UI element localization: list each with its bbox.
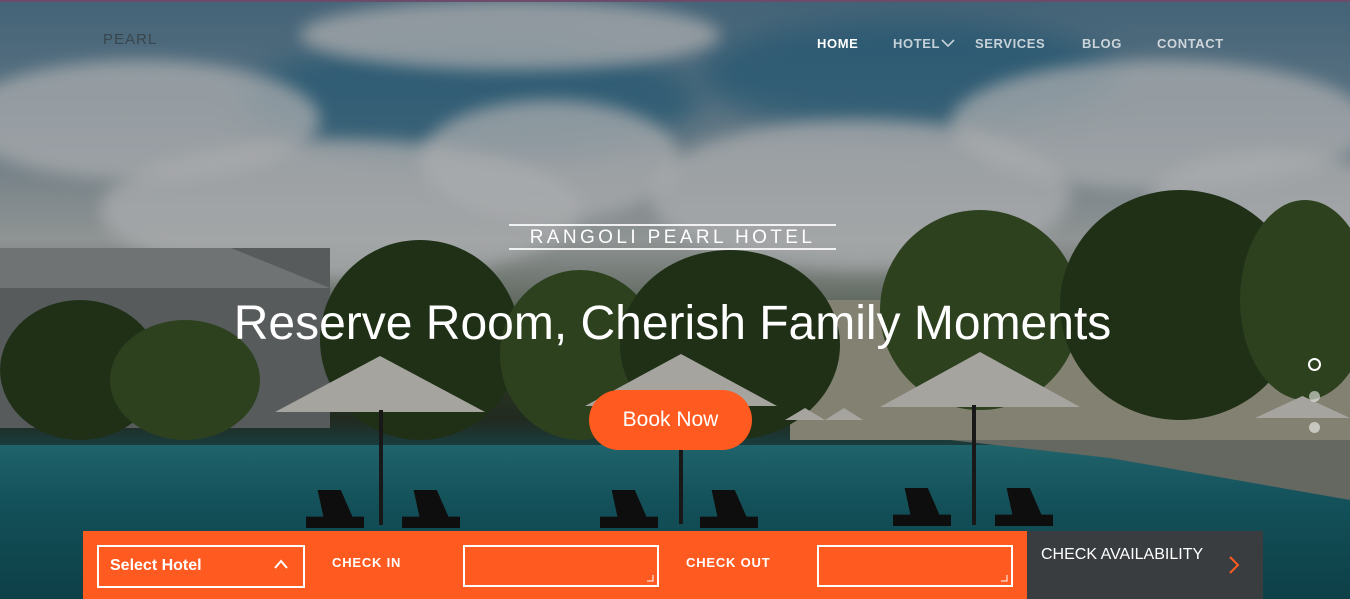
book-now-button[interactable]: Book Now xyxy=(589,390,752,450)
hero-subtitle: RANGOLI PEARL HOTEL xyxy=(529,227,816,248)
chevron-down-icon[interactable] xyxy=(941,38,955,48)
check-out-input[interactable] xyxy=(817,545,1013,587)
check-in-input[interactable] xyxy=(463,545,659,587)
nav-hotel[interactable]: HOTEL xyxy=(893,36,940,51)
check-in-label: CHECK IN xyxy=(332,555,402,570)
slider-dot-1[interactable] xyxy=(1308,358,1321,371)
check-availability-label: CHECK AVAILABILITY xyxy=(1041,546,1204,563)
chevron-up-icon xyxy=(274,559,288,569)
check-availability-button[interactable]: CHECK AVAILABILITY xyxy=(1027,531,1263,599)
resize-handle-icon xyxy=(1001,575,1008,582)
resize-handle-icon xyxy=(647,575,654,582)
check-out-label: CHECK OUT xyxy=(686,555,771,570)
top-border xyxy=(0,0,1350,2)
slider-dot-2[interactable] xyxy=(1309,391,1320,402)
nav-home[interactable]: HOME xyxy=(817,36,858,51)
nav-blog[interactable]: BLOG xyxy=(1082,36,1122,51)
nav-contact[interactable]: CONTACT xyxy=(1157,36,1224,51)
main-nav: HOME HOTEL SERVICES BLOG CONTACT xyxy=(0,36,1350,56)
nav-services[interactable]: SERVICES xyxy=(975,36,1045,51)
slider-dot-3[interactable] xyxy=(1309,422,1320,433)
hero-headline: Reserve Room, Cherish Family Moments xyxy=(233,297,1112,350)
chevron-right-icon xyxy=(1229,556,1240,574)
